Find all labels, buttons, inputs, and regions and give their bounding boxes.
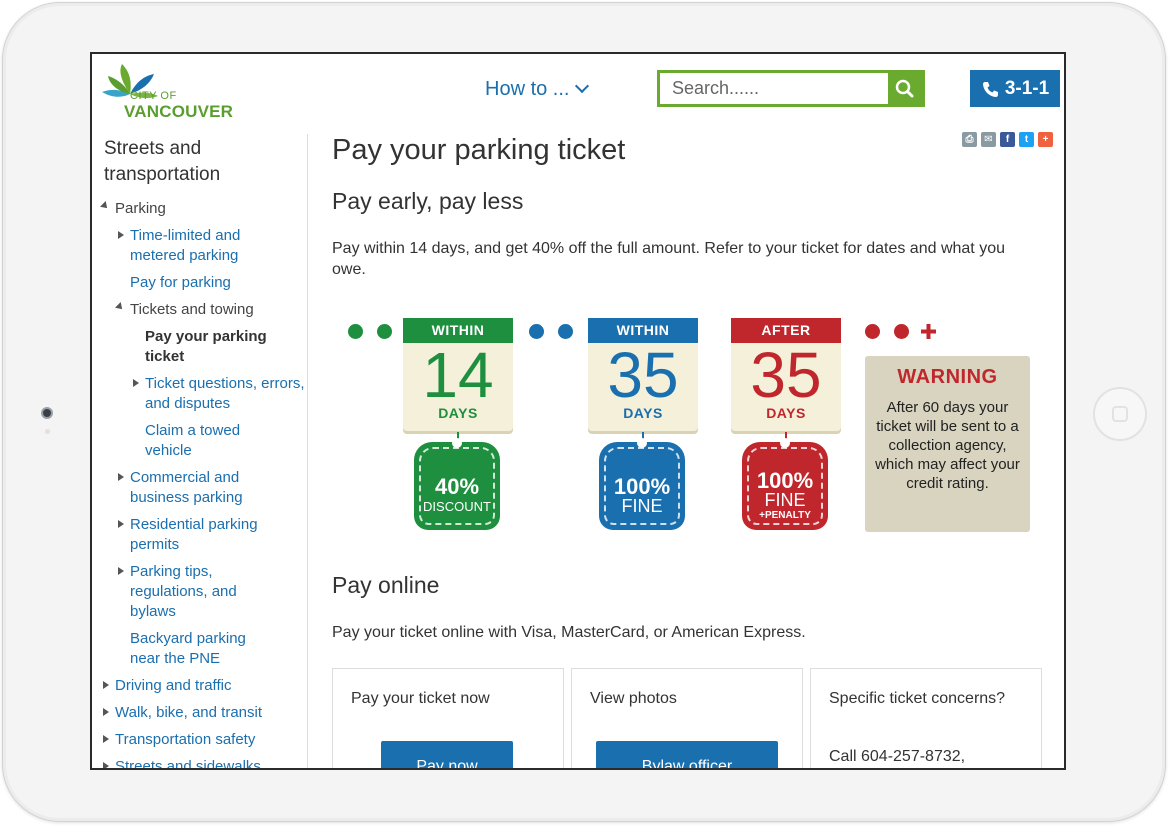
sidebar-title: Streets and transportation xyxy=(104,138,221,185)
collapsed-icon xyxy=(103,708,109,716)
logo-city-text: CITY OF xyxy=(130,90,177,102)
collapsed-icon xyxy=(133,379,139,387)
expanded-icon xyxy=(100,201,110,211)
sidebar-item-claim-towed[interactable]: Claim a towed vehicle xyxy=(145,421,275,461)
collapsed-icon xyxy=(103,735,109,743)
collapsed-icon xyxy=(103,762,109,768)
calendar-14-days: WITHIN 14 DAYS xyxy=(403,318,513,431)
email-icon[interactable]: ✉ xyxy=(981,132,996,147)
browser-screen: CITY OF VANCOUVER How to ... 3-1-1 Stree… xyxy=(90,52,1066,770)
sensor xyxy=(45,429,50,434)
search-button[interactable] xyxy=(888,73,922,104)
section-text-pay-early: Pay within 14 days, and get 40% off the … xyxy=(332,240,1005,278)
tag-hole xyxy=(780,438,790,448)
logo-name-text: VANCOUVER xyxy=(124,102,234,121)
tag-hole xyxy=(637,438,647,448)
card-pay-now: Pay your ticket now Pay now xyxy=(332,668,564,768)
tag-label: FINE xyxy=(621,496,663,516)
howto-label: How to ... xyxy=(485,78,570,100)
facebook-icon[interactable]: f xyxy=(1000,132,1015,147)
collapsed-icon xyxy=(103,681,109,689)
section-heading-pay-online: Pay online xyxy=(332,572,440,598)
sidebar: Streets and transportation Parking Time-… xyxy=(92,134,308,768)
timeline-dot xyxy=(865,324,880,339)
sidebar-item-tickets-towing[interactable]: Tickets and towing xyxy=(130,300,254,320)
tag-penalty: +PENALTY xyxy=(759,510,811,521)
card-phone-text[interactable]: Call 604-257-8732, xyxy=(829,747,965,767)
home-button[interactable] xyxy=(1093,387,1147,441)
search-input[interactable] xyxy=(660,73,888,104)
card-title: Specific ticket concerns? xyxy=(829,690,1006,707)
phone-icon xyxy=(982,81,998,97)
timeline-dot xyxy=(529,324,544,339)
warning-title: WARNING xyxy=(897,366,998,388)
calendar-number: 35 xyxy=(750,339,822,411)
warning-box: WARNING After 60 days your ticket will b… xyxy=(865,356,1030,532)
expanded-icon xyxy=(115,302,125,312)
tag-hole xyxy=(452,438,462,448)
tag-percent: 40% xyxy=(434,474,480,499)
sidebar-item-streets[interactable]: Streets and sidewalks xyxy=(115,757,261,768)
pay-now-button[interactable]: Pay now xyxy=(381,741,513,768)
print-icon[interactable]: ⎙ xyxy=(962,132,977,147)
city-logo[interactable]: CITY OF VANCOUVER xyxy=(100,62,250,121)
timeline-dot xyxy=(377,324,392,339)
sidebar-item-commercial[interactable]: Commercial and business parking xyxy=(130,468,280,508)
card-title: View photos xyxy=(590,690,677,707)
sidebar-item-ticket-questions[interactable]: Ticket questions, errors, and disputes xyxy=(145,374,305,414)
sidebar-item-pay-for-parking[interactable]: Pay for parking xyxy=(130,273,231,293)
search-icon xyxy=(895,79,914,98)
section-heading-pay-early: Pay early, pay less xyxy=(332,188,524,214)
collapsed-icon xyxy=(118,231,124,239)
timeline-dot xyxy=(558,324,573,339)
warning-text: After 60 days your ticket will be sent t… xyxy=(875,399,1020,492)
sidebar-item-residential[interactable]: Residential parking permits xyxy=(130,515,290,555)
card-ticket-concerns: Specific ticket concerns? Call 604-257-8… xyxy=(810,668,1042,768)
page-title: Pay your parking ticket xyxy=(332,134,626,166)
camera-icon xyxy=(41,407,53,419)
sidebar-item-driving[interactable]: Driving and traffic xyxy=(115,676,231,696)
collapsed-icon xyxy=(118,473,124,481)
call-label: 3-1-1 xyxy=(1004,77,1050,99)
sidebar-item-safety[interactable]: Transportation safety xyxy=(115,730,255,750)
tag-label: DISCOUNT xyxy=(423,499,491,514)
share-toolbar: ⎙ ✉ f t + xyxy=(962,132,1053,147)
timeline-dot xyxy=(894,324,909,339)
collapsed-icon xyxy=(118,567,124,575)
howto-menu[interactable]: How to ... xyxy=(485,78,590,101)
calendar-after-35-days: AFTER 35 DAYS xyxy=(731,318,841,431)
collapsed-icon xyxy=(118,520,124,528)
sidebar-item-walk-bike[interactable]: Walk, bike, and transit xyxy=(115,703,262,723)
sidebar-item-parking[interactable]: Parking xyxy=(115,199,166,219)
plus-icon[interactable]: + xyxy=(1038,132,1053,147)
section-text-pay-online: Pay your ticket online with Visa, Master… xyxy=(332,624,806,641)
sidebar-item-backyard[interactable]: Backyard parking near the PNE xyxy=(130,629,280,669)
bylaw-officer-button[interactable]: Bylaw officer xyxy=(596,741,778,768)
home-square-icon xyxy=(1112,406,1128,422)
calendar-unit: DAYS xyxy=(623,405,663,421)
calendar-number: 35 xyxy=(607,339,679,411)
twitter-icon[interactable]: t xyxy=(1019,132,1034,147)
price-tag-discount: 40% DISCOUNT xyxy=(414,438,500,530)
sidebar-item-parking-tips[interactable]: Parking tips, regulations, and bylaws xyxy=(130,562,270,622)
calendar-35-days: WITHIN 35 DAYS xyxy=(588,318,698,431)
card-view-photos: View photos Bylaw officer xyxy=(571,668,803,768)
sidebar-item-pay-ticket[interactable]: Pay your parking ticket xyxy=(145,327,285,367)
timeline-dot xyxy=(348,324,363,339)
card-title: Pay your ticket now xyxy=(351,690,490,707)
calendar-unit: DAYS xyxy=(766,405,806,421)
calendar-unit: DAYS xyxy=(438,405,478,421)
chevron-down-icon xyxy=(575,78,590,94)
price-tag-penalty: 100% FINE +PENALTY xyxy=(742,438,828,530)
search-box xyxy=(657,70,925,107)
calendar-number: 14 xyxy=(422,339,494,411)
tag-label: FINE xyxy=(764,490,806,510)
price-tag-fine: 100% FINE xyxy=(599,438,685,530)
plus-red-icon xyxy=(921,324,936,339)
call-311-button[interactable]: 3-1-1 xyxy=(970,70,1060,107)
sidebar-item-time-limited[interactable]: Time-limited and metered parking xyxy=(130,226,290,266)
